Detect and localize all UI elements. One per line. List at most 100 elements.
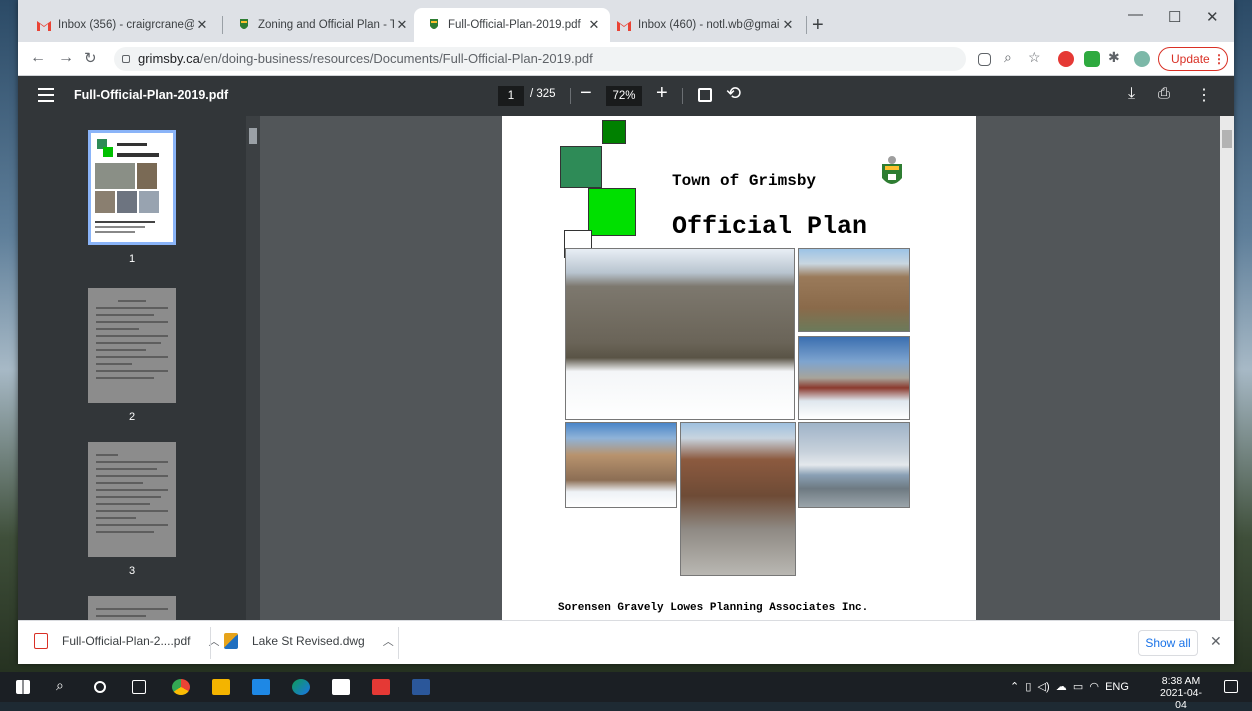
consultant-credit: Sorensen Gravely Lowes Planning Associat… [558,602,869,614]
grimsby-crest-icon [426,17,442,33]
plan-title: Official Plan [672,212,868,241]
thumbnail-image [88,442,176,557]
menu-hamburger-icon[interactable] [38,88,54,102]
tab-separator [222,16,223,34]
download-item-dwg[interactable]: Lake St Revised.dwg ︿ [224,633,394,649]
language-indicator[interactable]: ENG [1105,681,1129,693]
shelf-divider [210,627,211,659]
zoom-search-icon[interactable]: ⌕ [1004,49,1012,66]
rotate-icon[interactable]: ⟲ [726,83,741,104]
reload-icon[interactable]: ↻ [84,49,97,67]
gmail-icon [36,17,52,33]
grimsby-crest-icon [236,17,252,33]
chrome-icon[interactable] [172,679,190,695]
show-all-button[interactable]: Show all [1138,630,1198,656]
download-shelf: Full-Official-Plan-2....pdf ︿ Lake St Re… [18,620,1234,664]
zoom-in-button[interactable]: + [656,82,668,105]
close-window-button[interactable]: ✕ [1206,8,1219,26]
viewer-scrollbar-thumb[interactable] [1222,130,1232,148]
shelf-divider [398,627,399,659]
thumbnail-page-2[interactable]: 2 [88,288,176,423]
thumbnail-image [88,130,176,245]
tab-zoning-official-plan[interactable]: Zoning and Official Plan - Town o ✕ [224,8,418,42]
tab-full-official-plan-pdf[interactable]: Full-Official-Plan-2019.pdf ✕ [414,8,610,42]
grimsby-crest-logo [880,156,904,190]
print-icon[interactable]: ⎙ [1158,85,1170,102]
taskbar-clock[interactable]: 8:38 AM 2021-04-04 [1156,675,1206,711]
address-bar[interactable]: grimsby.ca/en/doing-business/resources/D… [114,47,966,71]
thumbnail-page-1[interactable]: 1 [88,130,176,265]
page-number-input[interactable]: 1 [498,86,524,106]
address-toolbar: ← → ↻ grimsby.ca/en/doing-business/resou… [18,42,1234,76]
page-total: / 325 [530,88,556,100]
toolbar-divider [682,88,683,104]
tab-strip: Inbox (356) - craigrcrane@gmail ✕ Zoning… [18,0,1234,42]
town-title: Town of Grimsby [672,172,817,190]
task-view-icon[interactable] [132,680,146,694]
edge-icon[interactable] [292,679,310,695]
notification-center-icon[interactable] [1224,680,1238,693]
search-icon[interactable]: ⌕ [56,677,74,693]
toolbar-divider [570,88,571,104]
decor-square [560,146,602,188]
pdf-toolbar: Full-Official-Plan-2019.pdf 1 / 325 − 72… [18,76,1234,116]
maximize-button[interactable]: ☐ [1168,8,1181,26]
windows-taskbar: ⌕ ⌃ ▯ ◁) ☁ ▭ ◠ ENG 8:38 AM 2021-04-04 [0,672,1252,711]
close-tab-icon[interactable]: ✕ [194,17,210,33]
photo-townhouse-construction [798,248,910,332]
sidebar-scrollbar[interactable] [246,116,260,620]
photo-main-street [680,422,796,576]
chrome-window: Inbox (356) - craigrcrane@gmail ✕ Zoning… [18,0,1234,664]
photo-winter-valley [565,248,795,420]
download-item-pdf[interactable]: Full-Official-Plan-2....pdf ︿ [34,633,220,649]
photo-row-houses [565,422,677,508]
adblock-plus-icon[interactable] [1058,51,1074,67]
thumbnail-page-4[interactable] [88,596,176,620]
close-tab-icon[interactable]: ✕ [586,17,602,33]
system-tray[interactable]: ⌃ ▯ ◁) ☁ ▭ ◠ ENG [1010,680,1129,693]
thumbnail-sidebar: 1 2 3 [18,116,260,620]
thumbnail-page-3[interactable]: 3 [88,442,176,577]
pdf-filename: Full-Official-Plan-2019.pdf [74,88,229,102]
photo-lakeshore [798,422,910,508]
mail-icon[interactable] [252,679,270,695]
extensions-puzzle-icon[interactable]: ✱ [1108,49,1120,66]
cortana-icon[interactable] [94,681,106,693]
pdf-page-1: Town of Grimsby Official Plan Sorensen G… [502,116,976,620]
qr-code-icon[interactable] [978,53,991,66]
store-icon[interactable] [332,679,350,695]
word-icon[interactable] [412,679,430,695]
file-explorer-icon[interactable] [212,679,230,695]
bookmark-star-icon[interactable]: ☆ [1028,49,1041,66]
zoom-level-input[interactable]: 72% [606,86,642,106]
photo-red-barn [798,336,910,420]
viewer-scrollbar[interactable] [1220,116,1234,620]
profile-avatar-icon[interactable] [1134,51,1150,67]
tab-gmail-inbox-356[interactable]: Inbox (356) - craigrcrane@gmail ✕ [24,8,218,42]
download-icon[interactable]: ⤓ [1128,85,1135,103]
tab-gmail-inbox-460[interactable]: Inbox (460) - notl.wb@gmail.com ✕ [604,8,804,42]
zoom-out-button[interactable]: − [580,82,592,105]
thumbnail-image [88,596,176,620]
gmail-icon [616,17,632,33]
update-button[interactable]: Update ⋮ [1158,47,1228,71]
close-shelf-icon[interactable]: ✕ [1210,633,1222,650]
fit-page-icon[interactable] [698,88,712,102]
clock-time: 8:38 AM [1161,675,1201,687]
back-arrow-icon[interactable]: ← [30,49,46,67]
new-tab-button[interactable]: + [812,14,824,37]
close-tab-icon[interactable]: ✕ [780,17,796,33]
windows-start-icon[interactable] [16,680,30,694]
thumbnail-image [88,288,176,403]
forward-arrow-icon[interactable]: → [58,49,74,67]
autocad-icon[interactable] [372,679,390,695]
decor-square [602,120,626,144]
more-options-icon[interactable]: ⋮ [1196,85,1212,105]
tab-separator [806,16,807,34]
chevron-up-icon[interactable]: ︿ [383,633,394,649]
close-tab-icon[interactable]: ✕ [394,17,410,33]
check-extension-icon[interactable] [1084,51,1100,67]
decor-square [588,188,636,236]
minimize-button[interactable]: — [1128,6,1143,23]
sidebar-scrollbar-thumb[interactable] [249,128,257,144]
